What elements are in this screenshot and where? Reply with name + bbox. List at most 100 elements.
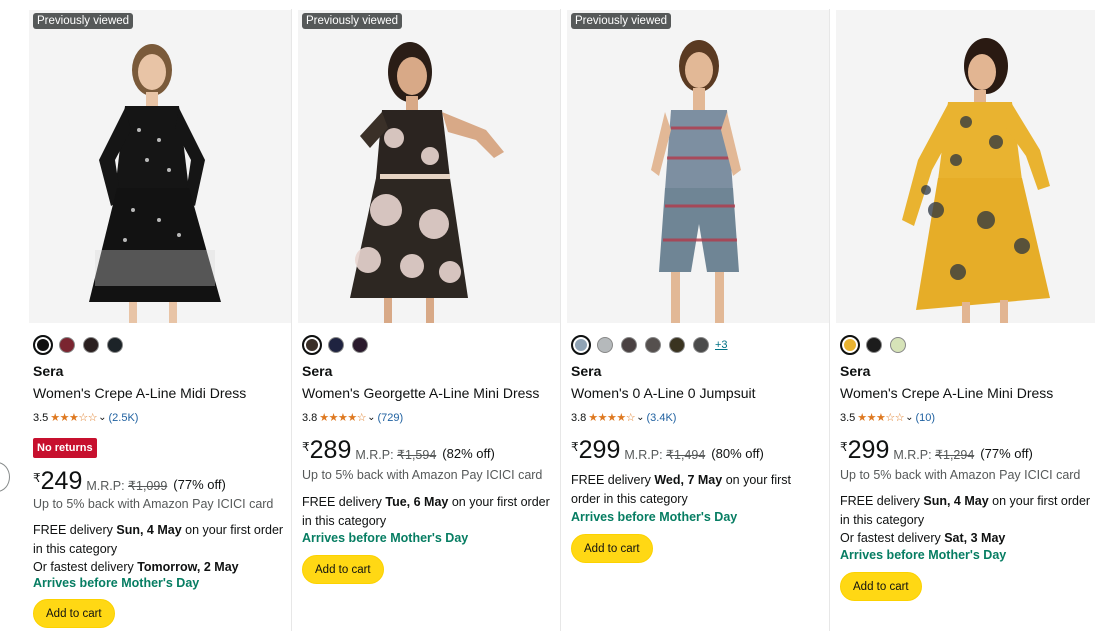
discount: (82% off) [442,446,495,461]
star-rating-icon[interactable]: ★★★☆☆ [50,411,97,424]
color-swatch[interactable] [866,337,882,353]
product-card[interactable]: Previously viewed [566,9,830,631]
star-rating-icon[interactable]: ★★★★☆ [319,411,366,424]
rating: 3.5 ★★★☆☆ ⌄ (10) [840,411,936,425]
mrp-value: ₹1,099 [128,479,168,493]
mrp: M.R.P: ₹1,099 [86,478,167,493]
color-swatch[interactable] [840,335,860,355]
color-swatch[interactable] [669,337,685,353]
price-row: ₹ 299 M.R.P: ₹1,494 (80% off) [571,438,764,463]
chevron-down-icon[interactable]: ⌄ [905,412,913,423]
currency-symbol: ₹ [571,440,579,454]
mrp-value: ₹1,494 [666,448,706,462]
delivery-prefix: FREE delivery [302,495,386,509]
color-swatch[interactable] [693,337,709,353]
price: 249 [40,467,83,495]
discount: (77% off) [980,446,1033,461]
fastest-prefix: Or fastest delivery [33,560,138,574]
delivery-prefix: FREE delivery [571,473,655,487]
color-swatches [33,335,131,355]
product-grid: Previously viewed Sera Women's Crepe A-L… [28,9,1095,631]
product-card[interactable]: Previously viewed [28,9,292,631]
color-swatch[interactable] [621,337,637,353]
delivery-info: FREE delivery Sun, 4 May on your first o… [33,521,293,577]
add-to-cart-button[interactable]: Add to cart [302,555,384,584]
add-to-cart-button[interactable]: Add to cart [33,599,115,628]
color-swatch[interactable] [597,337,613,353]
product-card[interactable]: Sera Women's Crepe A-Line Mini Dress 3.5… [835,9,1095,631]
product-title[interactable]: Women's 0 A-Line 0 Jumpsuit [571,385,756,401]
previously-viewed-badge: Previously viewed [571,13,672,29]
color-swatch[interactable] [571,335,591,355]
arrives-before-label: Arrives before Mother's Day [840,548,1007,562]
rating: 3.8 ★★★★☆ ⌄ (3.4K) [571,411,677,425]
product-title[interactable]: Women's Georgette A-Line Mini Dress [302,385,539,401]
jumpsuit-print-image [567,10,829,323]
review-count-link[interactable]: (2.5K) [109,412,139,424]
rating-value: 3.8 [571,411,587,424]
fastest-prefix: Or fastest delivery [840,531,945,545]
product-title[interactable]: Women's Crepe A-Line Mini Dress [840,385,1053,401]
color-swatch[interactable] [890,337,906,353]
star-rating-icon[interactable]: ★★★★☆ [588,411,635,424]
color-swatch[interactable] [83,337,99,353]
delivery-info: FREE delivery Sun, 4 May on your first o… [840,492,1095,548]
cashback-offer: Up to 5% back with Amazon Pay ICICI card [302,468,543,482]
carousel-left-button[interactable] [0,462,10,492]
delivery-info: FREE delivery Wed, 7 May on your first o… [571,471,816,508]
product-image[interactable]: Previously viewed [567,10,829,323]
color-swatch[interactable] [302,335,322,355]
mrp: M.R.P: ₹1,294 [893,447,974,462]
delivery-date: Sun, 4 May [923,494,989,508]
review-count-link[interactable]: (10) [916,412,936,424]
color-swatch[interactable] [59,337,75,353]
color-swatch[interactable] [352,337,368,353]
brand-name: Sera [33,363,64,379]
more-colors-link[interactable]: +3 [715,339,728,351]
arrives-before-label: Arrives before Mother's Day [302,531,469,545]
fastest-date: Tomorrow, 2 May [137,560,239,574]
price-row: ₹ 299 M.R.P: ₹1,294 (77% off) [840,438,1033,463]
review-count-link[interactable]: (729) [378,412,404,424]
review-count-link[interactable]: (3.4K) [647,412,677,424]
brand-name: Sera [840,363,871,379]
mrp-label: M.R.P: [355,448,394,462]
color-swatch[interactable] [107,337,123,353]
product-image[interactable]: Previously viewed [29,10,291,323]
previously-viewed-badge: Previously viewed [33,13,134,29]
rating: 3.5 ★★★☆☆ ⌄ (2.5K) [33,411,139,425]
add-to-cart-button[interactable]: Add to cart [571,534,653,563]
cashback-offer: Up to 5% back with Amazon Pay ICICI card [840,468,1081,482]
color-swatches [302,335,376,355]
delivery-date: Tue, 6 May [385,495,449,509]
delivery-info: FREE delivery Tue, 6 May on your first o… [302,493,562,530]
product-card[interactable]: Previously viewed [297,9,561,631]
dress-yellow-print-image [836,10,1095,323]
color-swatch[interactable] [33,335,53,355]
add-to-cart-button[interactable]: Add to cart [840,572,922,601]
chevron-down-icon[interactable]: ⌄ [636,412,644,423]
brand-name: Sera [302,363,333,379]
mrp-label: M.R.P: [624,448,663,462]
no-returns-badge: No returns [33,438,97,458]
delivery-prefix: FREE delivery [840,494,924,508]
chevron-down-icon[interactable]: ⌄ [98,412,106,423]
currency-symbol: ₹ [33,471,41,485]
color-swatch[interactable] [645,337,661,353]
discount: (77% off) [173,477,226,492]
rating-value: 3.8 [302,411,318,424]
product-image[interactable]: Previously viewed [298,10,560,323]
mrp-label: M.R.P: [86,479,125,493]
product-image[interactable] [836,10,1095,323]
star-rating-icon[interactable]: ★★★☆☆ [857,411,904,424]
currency-symbol: ₹ [302,440,310,454]
chevron-down-icon[interactable]: ⌄ [367,412,375,423]
product-title[interactable]: Women's Crepe A-Line Midi Dress [33,385,246,401]
delivery-prefix: FREE delivery [33,523,117,537]
currency-symbol: ₹ [840,440,848,454]
brand-name: Sera [571,363,602,379]
delivery-date: Sun, 4 May [116,523,182,537]
rating-value: 3.5 [840,411,856,424]
dress-black-print-image [29,10,291,323]
color-swatch[interactable] [328,337,344,353]
